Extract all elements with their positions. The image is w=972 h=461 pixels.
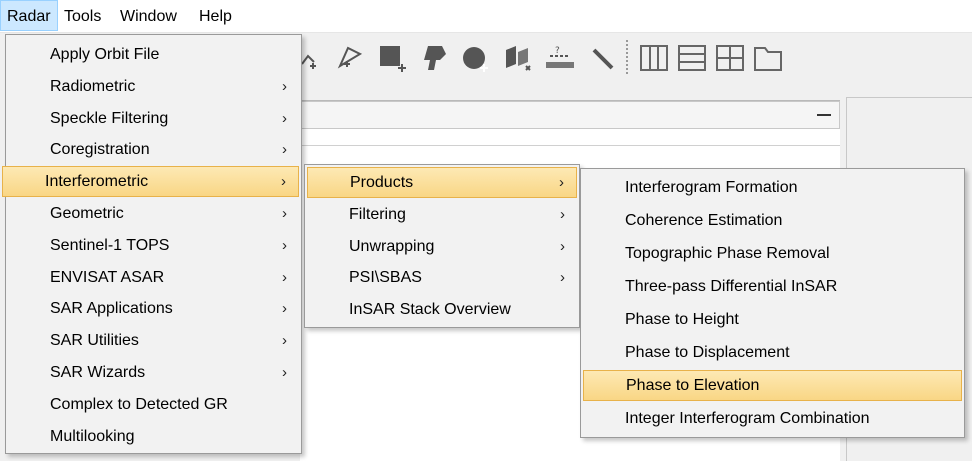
menu-item-unwrapping[interactable]: Unwrapping › xyxy=(307,231,577,262)
menu-item-label: Multilooking xyxy=(50,427,135,445)
menu-bar: Radar Tools Window Help xyxy=(0,0,972,33)
menu-item-label: Interferometric xyxy=(45,173,149,191)
menu-item-label: Phase to Elevation xyxy=(626,377,760,394)
chevron-right-icon: › xyxy=(282,268,287,286)
menu-radar[interactable]: Radar xyxy=(0,0,58,31)
menu-item-label: Three-pass Differential InSAR xyxy=(625,278,838,295)
add-shape-icon[interactable] xyxy=(376,42,408,74)
layout-grid-icon[interactable] xyxy=(714,42,746,74)
menu-item-label: InSAR Stack Overview xyxy=(349,301,511,319)
menu-tools[interactable]: Tools xyxy=(58,0,107,31)
menu-item-interferometric[interactable]: Interferometric › xyxy=(2,166,299,198)
menu-item-label: Geometric xyxy=(50,205,124,222)
menu-item-three-pass-differential-insar[interactable]: Three-pass Differential InSAR xyxy=(583,271,962,302)
chevron-right-icon: › xyxy=(560,269,565,287)
menu-item-label: Radiometric xyxy=(50,77,136,95)
chevron-right-icon: › xyxy=(282,205,287,222)
polyline-tool-icon[interactable] xyxy=(298,42,330,74)
menu-item-label: Apply Orbit File xyxy=(50,46,160,63)
menu-item-label: Sentinel-1 TOPS xyxy=(50,236,170,254)
measure-icon[interactable]: ? xyxy=(544,42,576,74)
menu-item-label: Filtering xyxy=(349,205,406,223)
menu-item-topographic-phase-removal[interactable]: Topographic Phase Removal xyxy=(583,238,962,269)
menu-item-envisat-asar[interactable]: ENVISAT ASAR › xyxy=(8,262,299,293)
layout-horizontal-icon[interactable] xyxy=(676,42,708,74)
chevron-right-icon: › xyxy=(282,364,287,381)
minimize-icon[interactable] xyxy=(817,114,831,116)
menu-item-sar-applications[interactable]: SAR Applications › xyxy=(8,293,299,324)
layout-vertical-icon[interactable] xyxy=(638,42,670,74)
menu-item-psi-sbas[interactable]: PSI\SBAS › xyxy=(307,262,577,293)
menu-help[interactable]: Help xyxy=(193,0,238,31)
toolbar: ? xyxy=(300,34,840,86)
menu-item-phase-to-displacement[interactable]: Phase to Displacement xyxy=(583,337,962,368)
menu-item-label: Complex to Detected GR xyxy=(50,395,228,413)
add-circle-icon[interactable] xyxy=(460,42,492,74)
chevron-right-icon: › xyxy=(560,205,565,223)
menu-item-label: Coregistration xyxy=(50,141,150,159)
menu-item-phase-to-elevation[interactable]: Phase to Elevation xyxy=(583,370,962,401)
menu-item-geometric[interactable]: Geometric › xyxy=(8,198,299,229)
geo-locate-icon[interactable] xyxy=(418,42,450,74)
panel-header xyxy=(300,101,840,129)
menu-item-apply-orbit-file[interactable]: Apply Orbit File xyxy=(8,39,299,70)
menu-item-sar-wizards[interactable]: SAR Wizards › xyxy=(8,357,299,388)
folder-icon[interactable] xyxy=(752,42,784,74)
menu-item-label: Phase to Displacement xyxy=(625,344,790,361)
chevron-right-icon: › xyxy=(282,300,287,318)
chevron-right-icon: › xyxy=(559,174,564,191)
menu-item-label: Coherence Estimation xyxy=(625,212,783,229)
menu-item-label: Products xyxy=(350,174,414,191)
toolbar-separator xyxy=(626,40,628,76)
menu-item-label: Unwrapping xyxy=(349,237,435,255)
menu-item-interferogram-formation[interactable]: Interferogram Formation xyxy=(583,172,962,203)
menu-window[interactable]: Window xyxy=(114,0,183,31)
menu-item-products[interactable]: Products › xyxy=(307,167,577,198)
menu-item-integer-interferogram-combination[interactable]: Integer Interferogram Combination xyxy=(583,403,962,434)
menu-item-label: Phase to Height xyxy=(625,311,739,328)
menu-item-label: Integer Interferogram Combination xyxy=(625,410,870,427)
menu-item-multilooking[interactable]: Multilooking xyxy=(8,421,299,452)
menu-item-coherence-estimation[interactable]: Coherence Estimation xyxy=(583,205,962,236)
menu-item-phase-to-height[interactable]: Phase to Height xyxy=(583,304,962,335)
menu-item-complex-to-detected-gr[interactable]: Complex to Detected GR xyxy=(8,389,299,420)
pin-tool-icon[interactable] xyxy=(334,42,366,74)
chevron-right-icon: › xyxy=(281,173,286,191)
menu-item-radiometric[interactable]: Radiometric › xyxy=(8,71,299,102)
chevron-right-icon: › xyxy=(282,77,287,95)
menu-item-label: SAR Utilities xyxy=(50,332,139,350)
menu-item-coregistration[interactable]: Coregistration › xyxy=(8,134,299,165)
chevron-right-icon: › xyxy=(282,109,287,127)
menu-item-label: SAR Applications xyxy=(50,300,173,318)
chevron-right-icon: › xyxy=(282,236,287,254)
menu-item-filtering[interactable]: Filtering › xyxy=(307,199,577,230)
products-submenu: Interferogram Formation Coherence Estimat… xyxy=(580,168,965,438)
wand-icon[interactable] xyxy=(586,42,618,74)
burst-tool-icon[interactable] xyxy=(502,42,534,74)
menu-item-label: Speckle Filtering xyxy=(50,109,169,127)
chevron-right-icon: › xyxy=(282,332,287,350)
menu-item-label: PSI\SBAS xyxy=(349,269,422,287)
menu-item-sentinel-1-tops[interactable]: Sentinel-1 TOPS › xyxy=(8,230,299,261)
menu-item-label: ENVISAT ASAR xyxy=(50,268,165,286)
interferometric-submenu: Products › Filtering › Unwrapping › PSI\SBAS › I… xyxy=(304,164,580,328)
menu-item-speckle-filtering[interactable]: Speckle Filtering › xyxy=(8,103,299,134)
svg-text:?: ? xyxy=(555,46,560,56)
menu-item-sar-utilities[interactable]: SAR Utilities › xyxy=(8,325,299,356)
menu-item-label: Topographic Phase Removal xyxy=(625,245,830,262)
menu-item-label: Interferogram Formation xyxy=(625,179,798,196)
menu-item-label: SAR Wizards xyxy=(50,364,146,381)
panel-divider xyxy=(300,145,840,146)
chevron-right-icon: › xyxy=(282,141,287,159)
menu-item-insar-stack-overview[interactable]: InSAR Stack Overview xyxy=(307,294,577,325)
chevron-right-icon: › xyxy=(560,237,565,255)
radar-menu: Apply Orbit File Radiometric › Speckle Filt… xyxy=(2,34,302,454)
